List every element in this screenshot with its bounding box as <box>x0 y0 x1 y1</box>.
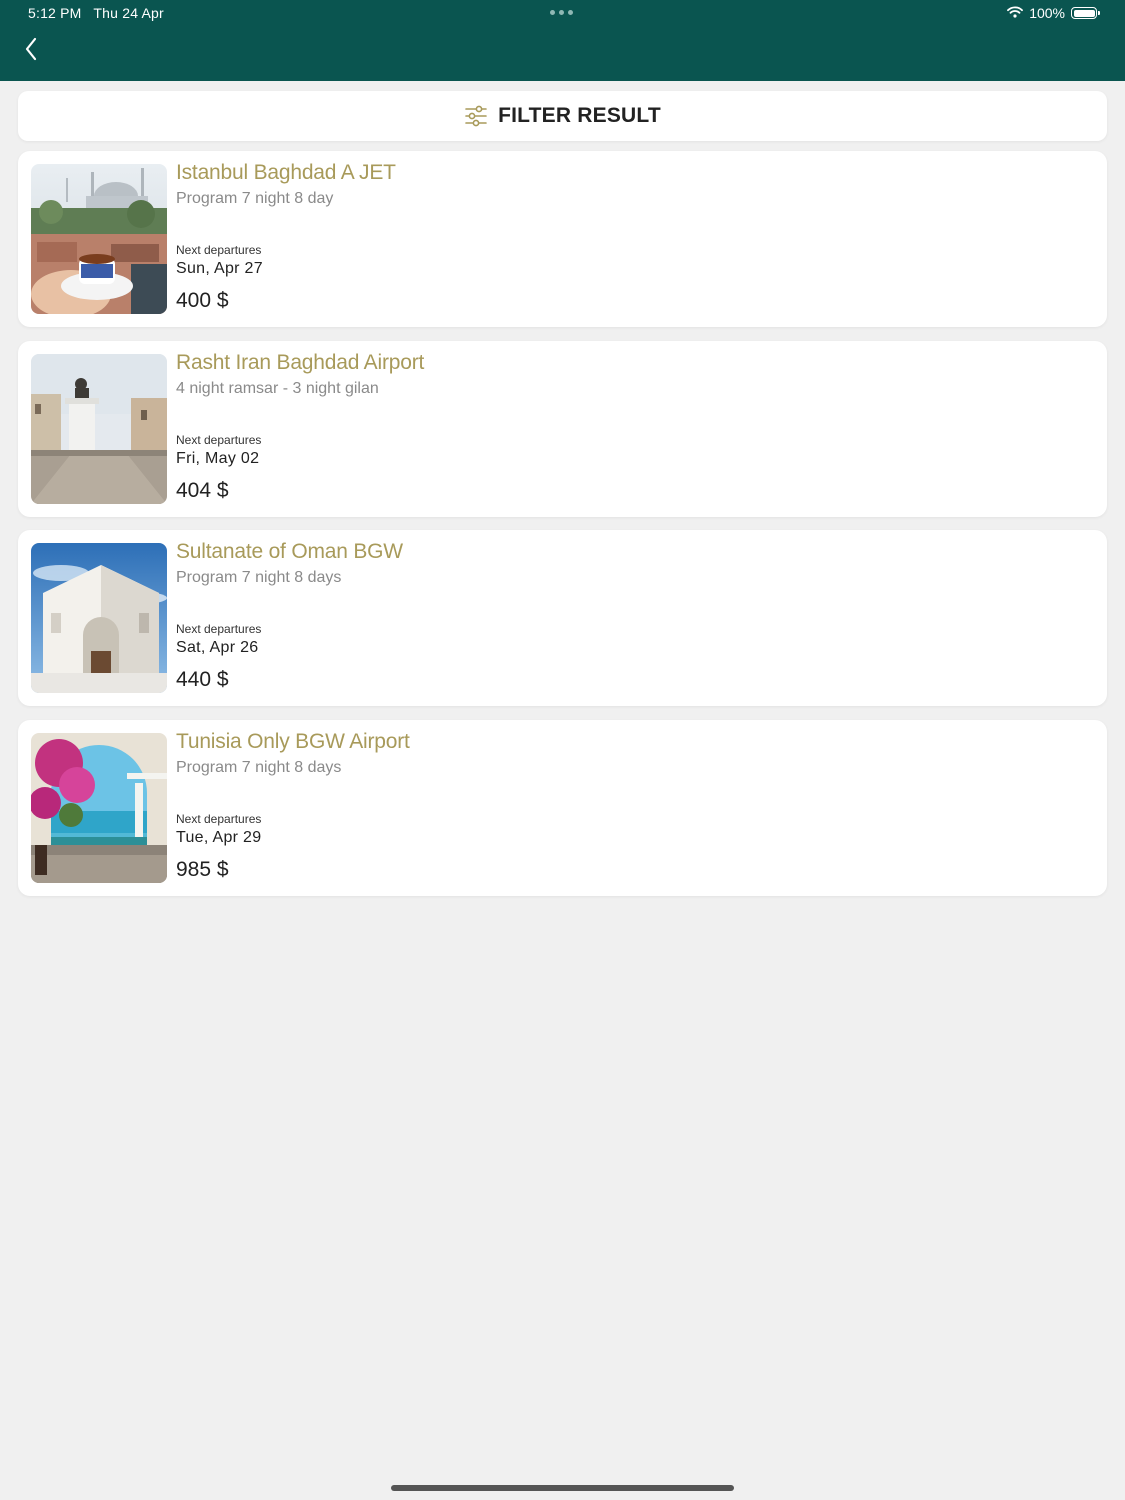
trip-card[interactable]: Istanbul Baghdad A JET Program 7 night 8… <box>18 151 1107 327</box>
trip-price: 404 $ <box>176 479 229 502</box>
battery-percentage: 100% <box>1029 5 1065 21</box>
trip-image <box>31 164 167 314</box>
multitasking-dots-icon[interactable] <box>550 10 573 15</box>
departure-date: Fri, May 02 <box>176 450 260 467</box>
status-bar-indicators: 100% <box>1007 5 1100 21</box>
departure-date: Tue, Apr 29 <box>176 829 262 846</box>
trip-price: 440 $ <box>176 668 229 691</box>
trip-card[interactable]: Rasht Iran Baghdad Airport 4 night ramsa… <box>18 341 1107 517</box>
trip-title: Rasht Iran Baghdad Airport <box>176 351 425 374</box>
trip-program: Program 7 night 8 days <box>176 759 342 776</box>
departure-date: Sat, Apr 26 <box>176 639 259 656</box>
app-header: 5:12 PM Thu 24 Apr 100% <box>0 0 1125 81</box>
trip-price: 985 $ <box>176 858 229 881</box>
back-button[interactable] <box>18 34 46 66</box>
trip-program: 4 night ramsar - 3 night gilan <box>176 380 379 397</box>
trip-program: Program 7 night 8 day <box>176 190 334 207</box>
trip-image <box>31 354 167 504</box>
trip-title: Istanbul Baghdad A JET <box>176 161 396 184</box>
sliders-icon <box>465 105 487 127</box>
trip-price: 400 $ <box>176 289 229 312</box>
wifi-icon <box>1007 5 1024 21</box>
next-departures-label: Next departures <box>176 433 262 447</box>
home-indicator[interactable] <box>391 1485 734 1491</box>
filter-label: FILTER RESULT <box>498 104 661 127</box>
trip-title: Tunisia Only BGW Airport <box>176 730 410 753</box>
filter-result-button[interactable]: FILTER RESULT <box>18 91 1107 141</box>
next-departures-label: Next departures <box>176 243 262 257</box>
chevron-left-icon <box>25 37 37 61</box>
status-bar-clock: 5:12 PM Thu 24 Apr <box>28 5 172 21</box>
next-departures-label: Next departures <box>176 812 262 826</box>
departure-date: Sun, Apr 27 <box>176 260 263 277</box>
trip-card[interactable]: Sultanate of Oman BGW Program 7 night 8 … <box>18 530 1107 706</box>
status-date: Thu 24 Apr <box>93 5 164 21</box>
trip-card[interactable]: Tunisia Only BGW Airport Program 7 night… <box>18 720 1107 896</box>
trip-image <box>31 733 167 883</box>
trip-image <box>31 543 167 693</box>
trip-title: Sultanate of Oman BGW <box>176 540 403 563</box>
trip-program: Program 7 night 8 days <box>176 569 342 586</box>
status-time: 5:12 PM <box>28 5 82 21</box>
next-departures-label: Next departures <box>176 622 262 636</box>
battery-icon <box>1071 7 1100 19</box>
